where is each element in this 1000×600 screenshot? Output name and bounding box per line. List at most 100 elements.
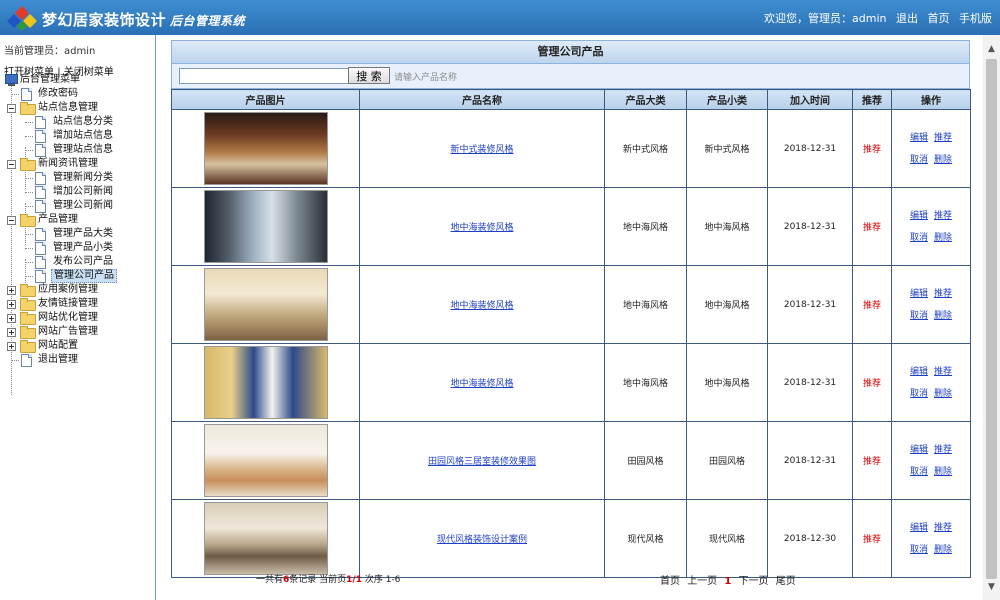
delete-link[interactable]: 删除: [934, 467, 952, 477]
sidebar-item-manage-products[interactable]: 管理公司产品: [4, 269, 154, 283]
sidebar-item-product-category[interactable]: 管理产品大类: [4, 227, 154, 241]
scrollbar-thumb[interactable]: [986, 59, 997, 579]
sidebar-item-label[interactable]: 增加站点信息: [51, 129, 115, 143]
expand-icon[interactable]: [7, 286, 16, 295]
product-thumbnail[interactable]: [203, 424, 328, 497]
recommend-link[interactable]: 推荐: [863, 301, 881, 311]
recommend-link[interactable]: 推荐: [863, 223, 881, 233]
product-name-link[interactable]: 田园风格三居室装修效果图: [428, 457, 536, 467]
cancel-link[interactable]: 取消: [910, 545, 928, 555]
edit-link[interactable]: 编辑: [910, 289, 928, 299]
delete-link[interactable]: 删除: [934, 155, 952, 165]
sidebar-item-label[interactable]: 网站优化管理: [36, 311, 100, 325]
cancel-link[interactable]: 取消: [910, 311, 928, 321]
recommend-action-link[interactable]: 推荐: [934, 367, 952, 377]
product-name-link[interactable]: 地中海装修风格: [450, 223, 513, 233]
next-page-link[interactable]: 下一页: [739, 576, 769, 587]
sidebar-item-label[interactable]: 发布公司产品: [51, 255, 115, 269]
sidebar-item-label[interactable]: 修改密码: [36, 87, 80, 101]
sidebar-item-news[interactable]: 新闻资讯管理: [4, 157, 154, 171]
sidebar-item-label[interactable]: 站点信息分类: [51, 115, 115, 129]
product-thumbnail[interactable]: [203, 112, 328, 185]
sidebar-item-site-info[interactable]: 站点信息管理: [4, 101, 154, 115]
recommend-action-link[interactable]: 推荐: [934, 523, 952, 533]
sidebar-item-manage-news[interactable]: 管理公司新闻: [4, 199, 154, 213]
sidebar-item-label[interactable]: 网站配置: [36, 339, 80, 353]
sidebar-item-cases[interactable]: 应用案例管理: [4, 283, 154, 297]
search-input[interactable]: [179, 68, 351, 84]
recommend-link[interactable]: 推荐: [863, 145, 881, 155]
collapse-icon[interactable]: [7, 216, 16, 225]
sidebar-item-label[interactable]: 管理公司新闻: [51, 199, 115, 213]
product-name-link[interactable]: 地中海装修风格: [450, 301, 513, 311]
sidebar-item-label[interactable]: 管理产品大类: [51, 227, 115, 241]
chevron-up-icon[interactable]: ▲: [983, 41, 1000, 58]
sidebar-item-add-news[interactable]: 增加公司新闻: [4, 185, 154, 199]
product-name-link[interactable]: 现代风格装饰设计案例: [437, 535, 527, 545]
sidebar-item-label[interactable]: 站点信息管理: [36, 101, 100, 115]
recommend-link[interactable]: 推荐: [863, 457, 881, 467]
cancel-link[interactable]: 取消: [910, 467, 928, 477]
delete-link[interactable]: 删除: [934, 311, 952, 321]
product-name-link[interactable]: 新中式装修风格: [450, 145, 513, 155]
cancel-link[interactable]: 取消: [910, 155, 928, 165]
vertical-scrollbar[interactable]: ▲ ▼: [983, 35, 1000, 600]
sidebar-item-add-site-info[interactable]: 增加站点信息: [4, 129, 154, 143]
edit-link[interactable]: 编辑: [910, 211, 928, 221]
sidebar-item-label[interactable]: 管理站点信息: [51, 143, 115, 157]
delete-link[interactable]: 删除: [934, 389, 952, 399]
sidebar-item-seo[interactable]: 网站优化管理: [4, 311, 154, 325]
recommend-action-link[interactable]: 推荐: [934, 289, 952, 299]
recommend-action-link[interactable]: 推荐: [934, 445, 952, 455]
delete-link[interactable]: 删除: [934, 545, 952, 555]
edit-link[interactable]: 编辑: [910, 445, 928, 455]
first-page-link[interactable]: 首页: [660, 576, 680, 587]
collapse-icon[interactable]: [7, 160, 16, 169]
expand-icon[interactable]: [7, 314, 16, 323]
sidebar-item-links[interactable]: 友情链接管理: [4, 297, 154, 311]
sidebar-item-label[interactable]: 管理新闻分类: [51, 171, 115, 185]
edit-link[interactable]: 编辑: [910, 133, 928, 143]
product-name-link[interactable]: 地中海装修风格: [450, 379, 513, 389]
sidebar-item-news-category[interactable]: 管理新闻分类: [4, 171, 154, 185]
sidebar-item-publish-product[interactable]: 发布公司产品: [4, 255, 154, 269]
sidebar-item-label[interactable]: 增加公司新闻: [51, 185, 115, 199]
sidebar-item-change-password[interactable]: 修改密码: [4, 87, 154, 101]
sidebar-item-config[interactable]: 网站配置: [4, 339, 154, 353]
product-thumbnail[interactable]: [203, 502, 328, 575]
mobile-version-link[interactable]: 手机版: [959, 12, 992, 25]
search-button[interactable]: 搜 索: [348, 67, 390, 84]
edit-link[interactable]: 编辑: [910, 523, 928, 533]
sidebar-item-site-info-category[interactable]: 站点信息分类: [4, 115, 154, 129]
sidebar-item-manage-site-info[interactable]: 管理站点信息: [4, 143, 154, 157]
product-thumbnail[interactable]: [203, 346, 328, 419]
collapse-icon[interactable]: [7, 104, 16, 113]
sidebar-item-label[interactable]: 新闻资讯管理: [36, 157, 100, 171]
logout-link[interactable]: 退出: [896, 12, 918, 25]
cancel-link[interactable]: 取消: [910, 233, 928, 243]
sidebar-item-label[interactable]: 应用案例管理: [36, 283, 100, 297]
chevron-down-icon[interactable]: ▼: [983, 579, 1000, 596]
expand-icon[interactable]: [7, 328, 16, 337]
sidebar-item-products[interactable]: 产品管理: [4, 213, 154, 227]
expand-icon[interactable]: [7, 342, 16, 351]
product-thumbnail[interactable]: [203, 268, 328, 341]
cancel-link[interactable]: 取消: [910, 389, 928, 399]
recommend-link[interactable]: 推荐: [863, 535, 881, 545]
sidebar-item-label[interactable]: 退出管理: [36, 353, 80, 367]
sidebar-item-label[interactable]: 管理公司产品: [51, 269, 117, 283]
sidebar-item-label[interactable]: 产品管理: [36, 213, 80, 227]
edit-link[interactable]: 编辑: [910, 367, 928, 377]
sidebar-item-product-subcategory[interactable]: 管理产品小类: [4, 241, 154, 255]
sidebar-item-label[interactable]: 网站广告管理: [36, 325, 100, 339]
prev-page-link[interactable]: 上一页: [687, 576, 717, 587]
home-link[interactable]: 首页: [928, 12, 950, 25]
recommend-link[interactable]: 推荐: [863, 379, 881, 389]
sidebar-item-exit[interactable]: 退出管理: [4, 353, 154, 367]
recommend-action-link[interactable]: 推荐: [934, 133, 952, 143]
sidebar-item-label[interactable]: 管理产品小类: [51, 241, 115, 255]
sidebar-item-ads[interactable]: 网站广告管理: [4, 325, 154, 339]
expand-icon[interactable]: [7, 300, 16, 309]
product-thumbnail[interactable]: [203, 190, 328, 263]
sidebar-item-label[interactable]: 友情链接管理: [36, 297, 100, 311]
